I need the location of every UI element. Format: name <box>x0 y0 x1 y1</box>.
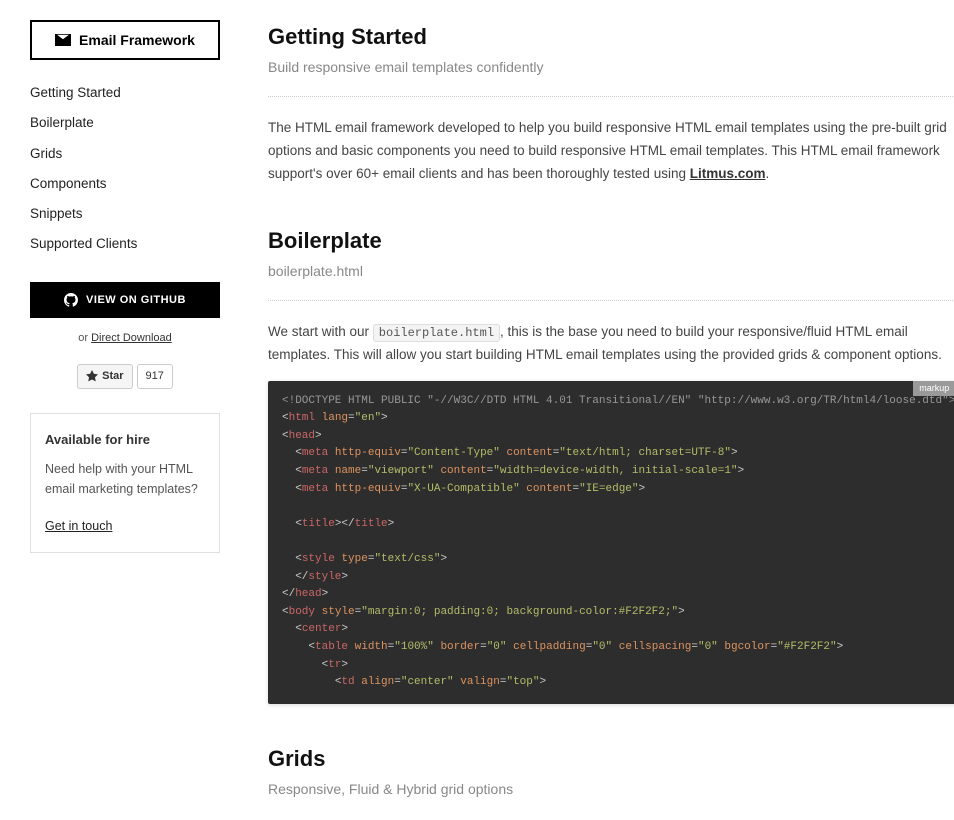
logo-button[interactable]: Email Framework <box>30 20 220 60</box>
nav-item-snippets[interactable]: Snippets <box>30 199 220 229</box>
star-button[interactable]: Star <box>77 364 132 389</box>
direct-download-link[interactable]: Direct Download <box>91 332 172 344</box>
section-subtitle: Build responsive email templates confide… <box>268 57 954 78</box>
hire-link[interactable]: Get in touch <box>45 519 112 533</box>
section-title: Getting Started <box>268 20 954 53</box>
divider <box>268 300 954 301</box>
code-language-tab: markup <box>913 381 954 397</box>
section-boilerplate: Boilerplate boilerplate.html We start wi… <box>268 224 954 704</box>
hire-body: Need help with your HTML email marketing… <box>45 459 205 499</box>
litmus-link[interactable]: Litmus.com <box>690 166 766 181</box>
intro-paragraph: The HTML email framework developed to he… <box>268 117 954 186</box>
github-btn-label: VIEW ON GITHUB <box>86 294 186 306</box>
nav-item-getting-started[interactable]: Getting Started <box>30 78 220 108</box>
star-icon <box>86 370 98 382</box>
nav-item-supported-clients[interactable]: Supported Clients <box>30 229 220 259</box>
main-content: Getting Started Build responsive email t… <box>220 20 954 800</box>
sidebar: Email Framework Getting Started Boilerpl… <box>30 20 220 800</box>
divider <box>268 96 954 97</box>
nav-list: Getting Started Boilerplate Grids Compon… <box>30 78 220 260</box>
code-wrapper: markup <!DOCTYPE HTML PUBLIC "-//W3C//DT… <box>268 381 954 704</box>
view-on-github-button[interactable]: VIEW ON GITHUB <box>30 282 220 318</box>
inline-code: boilerplate.html <box>373 324 500 342</box>
github-icon <box>64 293 78 307</box>
code-block[interactable]: <!DOCTYPE HTML PUBLIC "-//W3C//DTD HTML … <box>268 381 954 704</box>
nav-item-boilerplate[interactable]: Boilerplate <box>30 108 220 138</box>
envelope-icon <box>55 34 71 46</box>
section-title: Grids <box>268 742 954 775</box>
section-subtitle: boilerplate.html <box>268 261 954 282</box>
hire-title: Available for hire <box>45 430 205 450</box>
hire-box: Available for hire Need help with your H… <box>30 413 220 554</box>
nav-item-components[interactable]: Components <box>30 169 220 199</box>
section-getting-started: Getting Started Build responsive email t… <box>268 20 954 186</box>
github-star-widget: Star 917 <box>30 364 220 389</box>
logo-label: Email Framework <box>79 32 195 48</box>
section-grids: Grids Responsive, Fluid & Hybrid grid op… <box>268 742 954 800</box>
nav-item-grids[interactable]: Grids <box>30 139 220 169</box>
section-subtitle: Responsive, Fluid & Hybrid grid options <box>268 779 954 800</box>
star-count[interactable]: 917 <box>137 364 173 389</box>
section-title: Boilerplate <box>268 224 954 257</box>
boilerplate-paragraph: We start with our boilerplate.html, this… <box>268 321 954 367</box>
direct-download-text: or Direct Download <box>30 330 220 347</box>
